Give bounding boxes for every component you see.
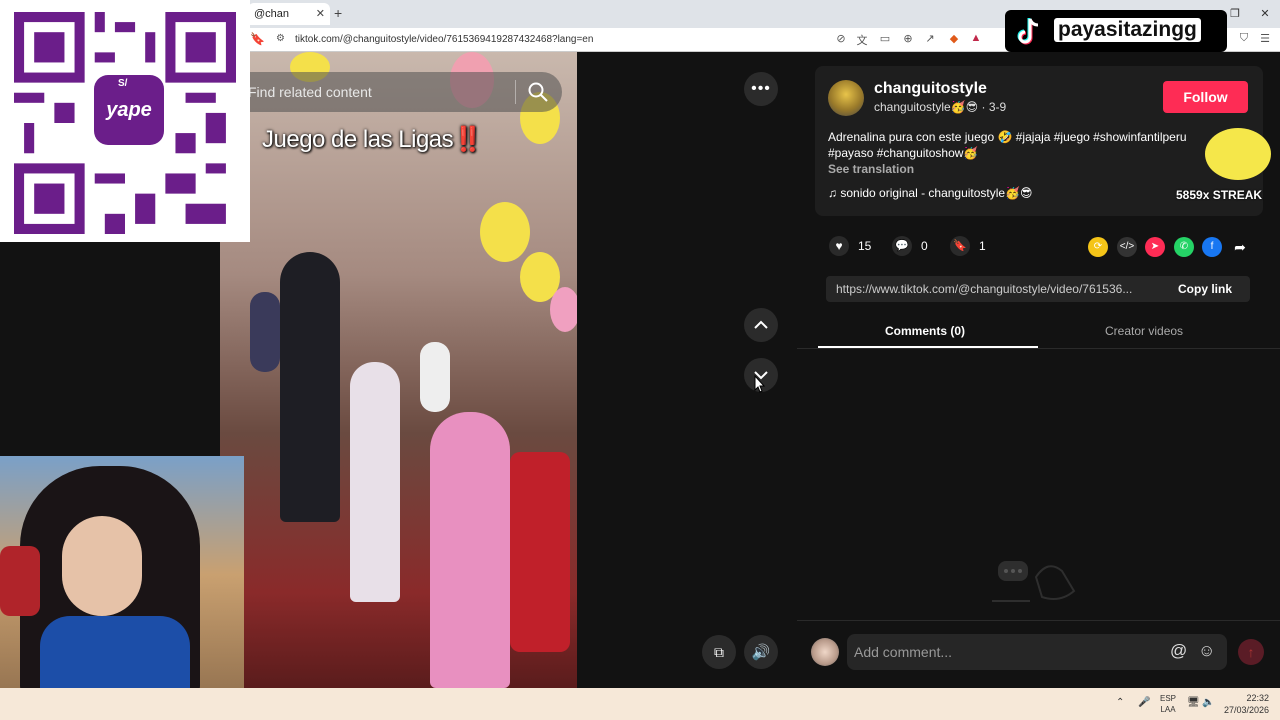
tray-chevron-icon[interactable]: ⌃: [1116, 697, 1124, 708]
rewards-icon[interactable]: ▲: [968, 32, 984, 44]
translate-icon[interactable]: 文: [854, 32, 870, 48]
repost-icon[interactable]: ⟳: [1088, 237, 1108, 257]
yape-currency: S/: [118, 78, 128, 89]
ellipsis-icon: •••: [751, 80, 771, 97]
os-taskbar: [0, 688, 1280, 720]
picture-in-picture-button[interactable]: ⧉: [702, 635, 736, 669]
post-description: Adrenalina pura con este juego 🤣 #jajaja…: [828, 130, 1187, 160]
zoom-icon[interactable]: ⊕: [900, 32, 916, 45]
send-to-friends-icon[interactable]: ➤: [1145, 237, 1165, 257]
yape-brand-text: yape: [106, 99, 152, 121]
cast-icon[interactable]: ▭: [877, 32, 893, 45]
arrow-up-icon: ↑: [1247, 644, 1255, 660]
search-icon[interactable]: [526, 80, 550, 104]
vpn-icon[interactable]: ⛉: [1236, 32, 1252, 45]
system-clock[interactable]: 22:32 27/03/2026: [1224, 692, 1269, 716]
music-link[interactable]: ♫ sonido original - changuitostyle🥳😎: [828, 186, 1033, 200]
search-placeholder: Find related content: [248, 84, 372, 100]
mention-icon[interactable]: @: [1170, 641, 1187, 661]
network-icon[interactable]: 🖥: [1187, 697, 1200, 708]
close-tab-icon[interactable]: ✕: [316, 7, 325, 20]
streak-counter: 5859x STREAK: [1176, 188, 1263, 202]
video-caption-emoji: ‼️: [453, 126, 483, 153]
site-settings-icon[interactable]: ⚙: [276, 33, 285, 44]
like-count: 15: [858, 239, 872, 253]
url-field[interactable]: tiktok.com/@changuitostyle/video/7615369…: [295, 34, 593, 45]
heart-icon[interactable]: ♥: [829, 236, 849, 256]
see-translation-link[interactable]: See translation: [828, 162, 914, 176]
video-caption-overlay: Juego de las Ligas‼️: [262, 125, 483, 154]
comment-bar-divider: [797, 620, 1280, 621]
creator-nickname: changuitostyle🥳😎 · 3-9: [874, 100, 1007, 114]
new-tab-icon[interactable]: +: [334, 5, 342, 21]
user-avatar[interactable]: [811, 638, 839, 666]
tab-title: @chan: [254, 8, 290, 20]
creator-username[interactable]: changuitostyle: [874, 80, 987, 98]
volume-icon: 🔊: [751, 644, 771, 661]
comment-icon[interactable]: 💬: [892, 236, 912, 256]
clock-date: 27/03/2026: [1224, 705, 1270, 715]
comment-placeholder: Add comment...: [854, 644, 953, 660]
empty-comments-illustration-icon: [992, 561, 1076, 602]
language-indicator[interactable]: ESP LAA: [1160, 693, 1176, 715]
webcam-overlay: [0, 456, 244, 720]
menu-icon[interactable]: ☰: [1257, 32, 1273, 45]
post-comment-button[interactable]: ↑: [1238, 639, 1264, 665]
bookmark-icon[interactable]: 🔖: [250, 32, 265, 46]
music-note-icon: ♫: [828, 186, 841, 200]
tab-divider: [797, 348, 1280, 349]
brave-shield-icon[interactable]: ◆: [946, 32, 962, 45]
language-top: ESP: [1160, 694, 1177, 703]
previous-video-button[interactable]: [744, 308, 778, 342]
yape-qr-code: yape S/: [0, 0, 250, 242]
close-window-icon[interactable]: ✕: [1250, 0, 1280, 28]
save-count: 1: [979, 239, 986, 253]
tab-creator-videos[interactable]: Creator videos: [1105, 324, 1183, 338]
share-page-icon[interactable]: ↗: [922, 32, 938, 45]
speaker-icon[interactable]: 🔈: [1202, 697, 1214, 708]
mouse-cursor-icon: [754, 374, 766, 393]
follow-button[interactable]: Follow: [1163, 81, 1248, 113]
more-options-button[interactable]: •••: [744, 72, 778, 106]
share-link-text: https://www.tiktok.com/@changuitostyle/v…: [836, 282, 1133, 296]
search-divider: [515, 80, 516, 104]
music-title: sonido original - changuitostyle🥳😎: [840, 186, 1033, 200]
bee-mascot-icon: [1205, 128, 1271, 180]
emoji-icon[interactable]: ☺: [1198, 641, 1215, 661]
microphone-icon[interactable]: 🎤: [1138, 697, 1150, 708]
language-bottom: LAA: [1160, 705, 1176, 714]
video-caption-text: Juego de las Ligas: [262, 126, 454, 153]
facebook-icon[interactable]: f: [1202, 237, 1222, 257]
channel-name: payasitazingg: [1054, 18, 1201, 42]
clock-time: 22:32: [1246, 693, 1270, 703]
whatsapp-icon[interactable]: ✆: [1174, 237, 1194, 257]
chevron-up-icon: [754, 320, 768, 329]
pip-icon: ⧉: [714, 643, 724, 660]
volume-button[interactable]: 🔊: [744, 635, 778, 669]
comment-count: 0: [921, 239, 928, 253]
copy-link-button[interactable]: Copy link: [1178, 282, 1232, 296]
yape-logo: yape: [94, 75, 164, 145]
active-tab-indicator: [818, 346, 1038, 348]
embed-icon[interactable]: </>: [1117, 237, 1137, 257]
tiktok-logo-icon: [1017, 18, 1039, 45]
no-track-icon[interactable]: ⊘: [833, 32, 849, 45]
browser-tab[interactable]: @chan ✕: [248, 3, 330, 25]
share-arrow-icon[interactable]: ➦: [1230, 237, 1250, 257]
bookmark-save-icon[interactable]: 🔖: [950, 236, 970, 256]
creator-avatar[interactable]: [828, 80, 864, 116]
tab-comments[interactable]: Comments (0): [885, 324, 965, 338]
